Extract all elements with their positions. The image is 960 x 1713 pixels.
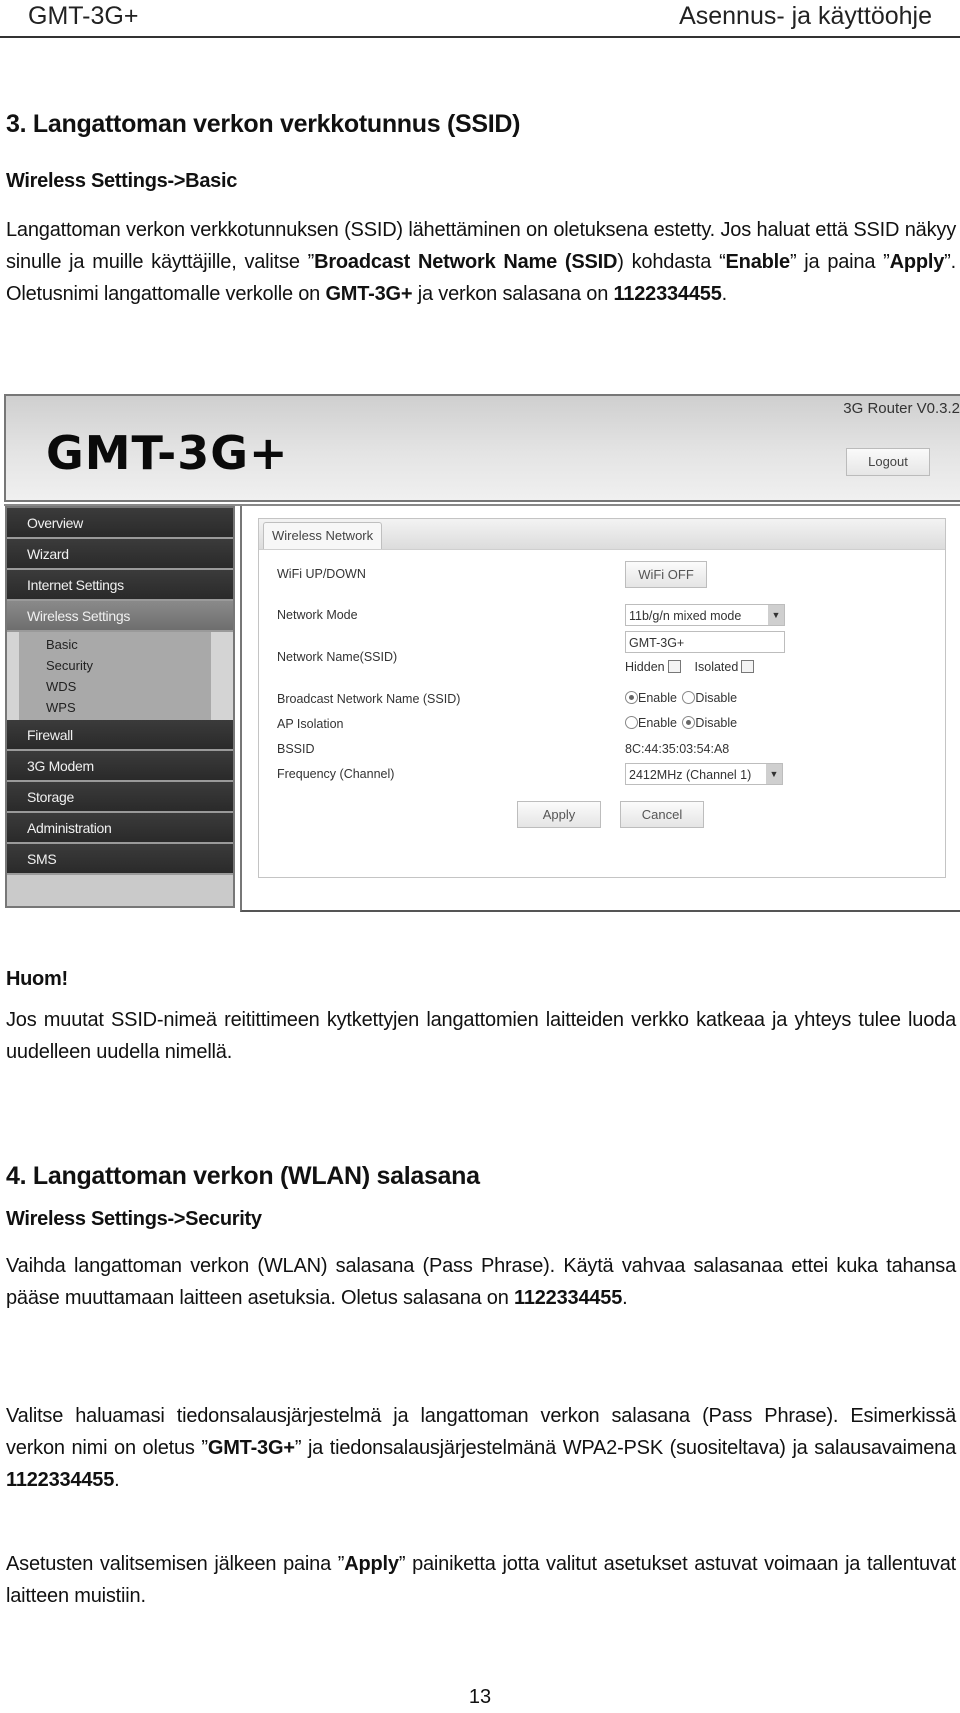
frequency-value: 2412MHz (Channel 1)	[629, 768, 752, 782]
ap-isolation-disable-radio[interactable]	[682, 716, 696, 729]
router-screenshot: GMT-3G+ 3G Router V0.3.2 Logout Overview…	[4, 394, 960, 914]
bssid-value: 8C:44:35:03:54:A8	[625, 742, 730, 756]
section-3-title: 3. Langattoman verkon verkkotunnus (SSID…	[6, 110, 521, 138]
ssid-options: Hidden Isolated	[625, 660, 755, 674]
router-sidebar: Overview Wizard Internet Settings Wirele…	[5, 506, 235, 908]
sidebar-item-3g-modem[interactable]: 3G Modem	[7, 751, 233, 782]
router-brand-logo: GMT-3G+	[46, 426, 289, 480]
sidebar-item-overview[interactable]: Overview	[7, 508, 233, 539]
subnav-item-wps[interactable]: WPS	[19, 697, 211, 718]
isolated-checkbox[interactable]	[741, 660, 755, 673]
router-version: 3G Router V0.3.2	[843, 400, 960, 417]
tab-wireless-network[interactable]: Wireless Network	[263, 522, 383, 549]
sidebar-item-firewall[interactable]: Firewall	[7, 720, 233, 751]
sidebar-item-sms[interactable]: SMS	[7, 844, 233, 875]
section-4-paragraph-3: Asetusten valitsemisen jälkeen paina ”Ap…	[6, 1553, 956, 1607]
note-text: Jos muutat SSID-nimeä reitittimeen kytke…	[6, 1009, 956, 1063]
section-4-paragraph-1: Vaihda langattoman verkon (WLAN) salasan…	[6, 1255, 956, 1309]
page-header: GMT-3G+ Asennus- ja käyttöohje	[0, 0, 960, 38]
sidebar-item-storage[interactable]: Storage	[7, 782, 233, 813]
sidebar-item-wireless-settings[interactable]: Wireless Settings	[7, 601, 233, 632]
sidebar-item-administration[interactable]: Administration	[7, 813, 233, 844]
chevron-down-icon[interactable]: ▼	[768, 605, 784, 625]
ssid-label: Network Name(SSID)	[277, 650, 398, 664]
page-number: 13	[468, 1686, 492, 1708]
ap-isolation-enable-radio[interactable]	[625, 716, 638, 729]
router-header: GMT-3G+ 3G Router V0.3.2 Logout	[4, 394, 960, 502]
frequency-select[interactable]: 2412MHz (Channel 1) ▼	[625, 763, 783, 785]
broadcast-enable-label: Enable	[638, 691, 677, 705]
broadcast-disable-radio[interactable]	[682, 691, 696, 704]
sidebar-item-internet-settings[interactable]: Internet Settings	[7, 570, 233, 601]
header-doc-title: Asennus- ja käyttöohje	[679, 2, 932, 30]
logout-button[interactable]: Logout	[846, 448, 930, 476]
sidebar-subnav: Basic Security WDS WPS	[7, 632, 233, 720]
ap-isolation-label: AP Isolation	[277, 717, 344, 731]
section-4-title: 4. Langattoman verkon (WLAN) salasana	[6, 1162, 480, 1190]
frequency-label: Frequency (Channel)	[277, 767, 395, 781]
broadcast-enable-radio[interactable]	[625, 691, 638, 704]
section-4-paragraph-2: Valitse haluamasi tiedonsalausjärjestelm…	[6, 1405, 957, 1491]
section-3-path: Wireless Settings->Basic	[6, 170, 238, 192]
isolated-label: Isolated	[694, 660, 739, 674]
broadcast-ssid-label: Broadcast Network Name (SSID)	[277, 692, 461, 706]
subnav-item-wds[interactable]: WDS	[19, 676, 211, 697]
wifi-off-button[interactable]: WiFi OFF	[625, 561, 707, 588]
network-mode-value: 11b/g/n mixed mode	[629, 609, 742, 623]
ap-isolation-enable-label: Enable	[638, 716, 677, 730]
cancel-button[interactable]: Cancel	[620, 801, 704, 828]
network-mode-label: Network Mode	[277, 608, 358, 622]
ap-isolation-disable-label: Disable	[695, 716, 738, 730]
subnav-item-basic[interactable]: Basic	[19, 634, 211, 655]
hidden-label: Hidden	[625, 660, 665, 674]
tab-bar: Wireless Network	[259, 519, 945, 550]
section-3-paragraph: Langattoman verkon verkkotunnuksen (SSID…	[6, 219, 956, 305]
network-mode-select[interactable]: 11b/g/n mixed mode ▼	[625, 604, 785, 626]
note-title: Huom!	[6, 968, 68, 990]
wifi-updown-label: WiFi UP/DOWN	[277, 567, 366, 581]
ssid-input[interactable]: GMT-3G+	[625, 631, 785, 653]
bssid-label: BSSID	[277, 742, 315, 756]
chevron-down-icon[interactable]: ▼	[766, 764, 782, 784]
ap-isolation-radios: Enable Disable	[625, 716, 739, 730]
header-product-name: GMT-3G+	[28, 2, 139, 30]
apply-button[interactable]: Apply	[517, 801, 601, 828]
subnav-item-security[interactable]: Security	[19, 655, 211, 676]
broadcast-disable-label: Disable	[695, 691, 738, 705]
hidden-checkbox[interactable]	[667, 660, 681, 673]
sidebar-item-wizard[interactable]: Wizard	[7, 539, 233, 570]
wireless-network-panel: Wireless Network WiFi UP/DOWN WiFi OFF N…	[258, 518, 946, 878]
broadcast-ssid-radios: Enable Disable	[625, 691, 739, 705]
section-4-path: Wireless Settings->Security	[6, 1208, 262, 1230]
router-content: Wireless Network WiFi UP/DOWN WiFi OFF N…	[240, 506, 960, 912]
